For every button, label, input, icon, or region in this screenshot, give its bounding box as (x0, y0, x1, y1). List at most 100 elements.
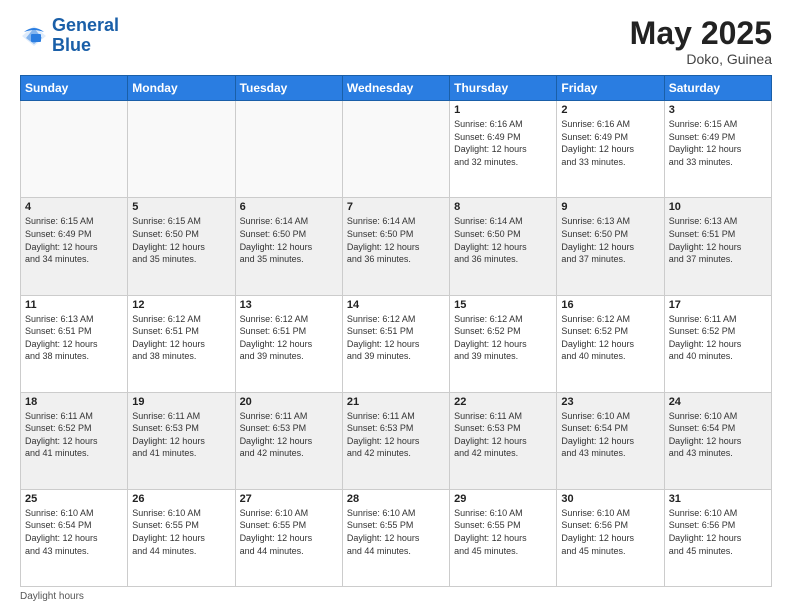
day-number: 10 (669, 201, 767, 213)
day-header-tuesday: Tuesday (235, 76, 342, 101)
calendar-header-row: SundayMondayTuesdayWednesdayThursdayFrid… (21, 76, 772, 101)
calendar-cell (342, 101, 449, 198)
calendar-cell (235, 101, 342, 198)
day-info: Sunrise: 6:10 AM Sunset: 6:55 PM Dayligh… (240, 507, 338, 557)
day-header-monday: Monday (128, 76, 235, 101)
day-info: Sunrise: 6:15 AM Sunset: 6:50 PM Dayligh… (132, 215, 230, 265)
calendar-cell: 27 Sunrise: 6:10 AM Sunset: 6:55 PM Dayli… (235, 489, 342, 586)
header: General Blue May 2025 Doko, Guinea (20, 16, 772, 67)
day-info: Sunrise: 6:11 AM Sunset: 6:52 PM Dayligh… (669, 313, 767, 363)
day-header-friday: Friday (557, 76, 664, 101)
day-info: Sunrise: 6:14 AM Sunset: 6:50 PM Dayligh… (454, 215, 552, 265)
day-number: 28 (347, 493, 445, 505)
calendar-cell: 15 Sunrise: 6:12 AM Sunset: 6:52 PM Dayli… (450, 295, 557, 392)
footer-note: Daylight hours (20, 591, 772, 602)
day-number: 18 (25, 396, 123, 408)
day-number: 4 (25, 201, 123, 213)
day-number: 26 (132, 493, 230, 505)
calendar-cell: 6 Sunrise: 6:14 AM Sunset: 6:50 PM Daylig… (235, 198, 342, 295)
calendar-cell: 23 Sunrise: 6:10 AM Sunset: 6:54 PM Dayli… (557, 392, 664, 489)
day-info: Sunrise: 6:14 AM Sunset: 6:50 PM Dayligh… (347, 215, 445, 265)
day-number: 27 (240, 493, 338, 505)
day-number: 29 (454, 493, 552, 505)
day-number: 11 (25, 299, 123, 311)
calendar-cell: 11Sunrise: 6:13 AM Sunset: 6:51 PM Dayli… (21, 295, 128, 392)
day-info: Sunrise: 6:15 AM Sunset: 6:49 PM Dayligh… (25, 215, 123, 265)
calendar-cell: 5 Sunrise: 6:15 AM Sunset: 6:50 PM Daylig… (128, 198, 235, 295)
day-number: 16 (561, 299, 659, 311)
calendar-cell: 13 Sunrise: 6:12 AM Sunset: 6:51 PM Dayli… (235, 295, 342, 392)
calendar-week-row: 4 Sunrise: 6:15 AM Sunset: 6:49 PM Daylig… (21, 198, 772, 295)
day-info: Sunrise: 6:15 AM Sunset: 6:49 PM Dayligh… (669, 118, 767, 168)
day-info: Sunrise: 6:12 AM Sunset: 6:51 PM Dayligh… (132, 313, 230, 363)
day-info: Sunrise: 6:11 AM Sunset: 6:52 PM Dayligh… (25, 410, 123, 460)
calendar-cell: 8 Sunrise: 6:14 AM Sunset: 6:50 PM Daylig… (450, 198, 557, 295)
logo-text: General Blue (52, 16, 119, 56)
day-info: Sunrise: 6:10 AM Sunset: 6:56 PM Dayligh… (561, 507, 659, 557)
day-info: Sunrise: 6:11 AM Sunset: 6:53 PM Dayligh… (454, 410, 552, 460)
calendar-week-row: 1 Sunrise: 6:16 AM Sunset: 6:49 PM Daylig… (21, 101, 772, 198)
calendar-cell (21, 101, 128, 198)
day-info: Sunrise: 6:10 AM Sunset: 6:55 PM Dayligh… (347, 507, 445, 557)
day-number: 9 (561, 201, 659, 213)
logo-line1: General (52, 16, 119, 36)
calendar-cell: 2Sunrise: 6:16 AM Sunset: 6:49 PM Daylig… (557, 101, 664, 198)
day-info: Sunrise: 6:12 AM Sunset: 6:51 PM Dayligh… (347, 313, 445, 363)
location: Doko, Guinea (630, 51, 772, 67)
day-number: 25 (25, 493, 123, 505)
calendar-cell: 30 Sunrise: 6:10 AM Sunset: 6:56 PM Dayli… (557, 489, 664, 586)
day-number: 17 (669, 299, 767, 311)
day-number: 19 (132, 396, 230, 408)
calendar-cell (128, 101, 235, 198)
day-info: Sunrise: 6:10 AM Sunset: 6:55 PM Dayligh… (454, 507, 552, 557)
page: General Blue May 2025 Doko, Guinea Sunda… (0, 0, 792, 612)
calendar-cell: 31 Sunrise: 6:10 AM Sunset: 6:56 PM Dayli… (664, 489, 771, 586)
calendar-cell: 29 Sunrise: 6:10 AM Sunset: 6:55 PM Dayli… (450, 489, 557, 586)
day-info: Sunrise: 6:12 AM Sunset: 6:51 PM Dayligh… (240, 313, 338, 363)
day-info: Sunrise: 6:10 AM Sunset: 6:56 PM Dayligh… (669, 507, 767, 557)
day-info: Sunrise: 6:12 AM Sunset: 6:52 PM Dayligh… (561, 313, 659, 363)
day-number: 23 (561, 396, 659, 408)
calendar-week-row: 11Sunrise: 6:13 AM Sunset: 6:51 PM Dayli… (21, 295, 772, 392)
day-number: 13 (240, 299, 338, 311)
daylight-hours-label: Daylight hours (20, 591, 84, 602)
day-number: 22 (454, 396, 552, 408)
day-number: 8 (454, 201, 552, 213)
day-info: Sunrise: 6:10 AM Sunset: 6:54 PM Dayligh… (25, 507, 123, 557)
calendar-cell: 9Sunrise: 6:13 AM Sunset: 6:50 PM Daylig… (557, 198, 664, 295)
day-info: Sunrise: 6:10 AM Sunset: 6:54 PM Dayligh… (561, 410, 659, 460)
day-number: 15 (454, 299, 552, 311)
day-number: 14 (347, 299, 445, 311)
title-block: May 2025 Doko, Guinea (630, 16, 772, 67)
calendar-table: SundayMondayTuesdayWednesdayThursdayFrid… (20, 75, 772, 587)
day-number: 5 (132, 201, 230, 213)
day-info: Sunrise: 6:10 AM Sunset: 6:55 PM Dayligh… (132, 507, 230, 557)
logo-icon (20, 22, 48, 50)
day-info: Sunrise: 6:12 AM Sunset: 6:52 PM Dayligh… (454, 313, 552, 363)
logo-line2: Blue (52, 36, 119, 56)
calendar-cell: 18 Sunrise: 6:11 AM Sunset: 6:52 PM Dayli… (21, 392, 128, 489)
day-number: 12 (132, 299, 230, 311)
calendar-cell: 25 Sunrise: 6:10 AM Sunset: 6:54 PM Dayli… (21, 489, 128, 586)
day-number: 30 (561, 493, 659, 505)
day-info: Sunrise: 6:10 AM Sunset: 6:54 PM Dayligh… (669, 410, 767, 460)
calendar-week-row: 25 Sunrise: 6:10 AM Sunset: 6:54 PM Dayli… (21, 489, 772, 586)
calendar-cell: 12 Sunrise: 6:12 AM Sunset: 6:51 PM Dayli… (128, 295, 235, 392)
day-number: 20 (240, 396, 338, 408)
day-number: 6 (240, 201, 338, 213)
logo: General Blue (20, 16, 119, 56)
day-header-sunday: Sunday (21, 76, 128, 101)
day-info: Sunrise: 6:14 AM Sunset: 6:50 PM Dayligh… (240, 215, 338, 265)
day-number: 31 (669, 493, 767, 505)
day-number: 7 (347, 201, 445, 213)
calendar-cell: 14 Sunrise: 6:12 AM Sunset: 6:51 PM Dayli… (342, 295, 449, 392)
calendar-week-row: 18 Sunrise: 6:11 AM Sunset: 6:52 PM Dayli… (21, 392, 772, 489)
month-title: May 2025 (630, 16, 772, 51)
calendar-cell: 17 Sunrise: 6:11 AM Sunset: 6:52 PM Dayli… (664, 295, 771, 392)
calendar-cell: 28 Sunrise: 6:10 AM Sunset: 6:55 PM Dayli… (342, 489, 449, 586)
calendar-cell: 24Sunrise: 6:10 AM Sunset: 6:54 PM Dayli… (664, 392, 771, 489)
day-info: Sunrise: 6:11 AM Sunset: 6:53 PM Dayligh… (240, 410, 338, 460)
day-info: Sunrise: 6:16 AM Sunset: 6:49 PM Dayligh… (454, 118, 552, 168)
calendar-cell: 26 Sunrise: 6:10 AM Sunset: 6:55 PM Dayli… (128, 489, 235, 586)
day-number: 1 (454, 104, 552, 116)
